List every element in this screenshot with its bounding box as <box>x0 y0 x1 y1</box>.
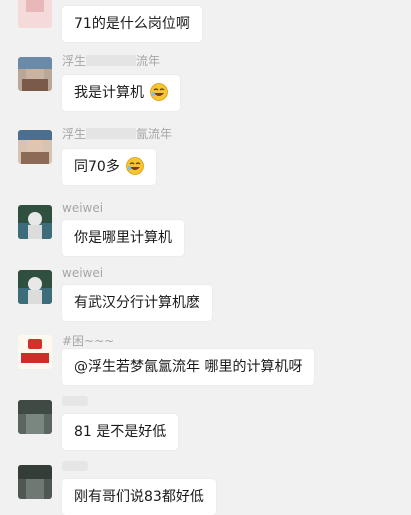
sender-name <box>62 396 88 406</box>
sender-name: weiwei <box>62 201 104 215</box>
message-text: 我是计算机 <box>74 85 144 101</box>
message-text: 你是哪里计算机 <box>74 230 172 246</box>
avatar[interactable] <box>18 335 52 369</box>
avatar[interactable] <box>18 270 52 304</box>
message-bubble[interactable]: @浮生若梦氤氲流年 哪里的计算机呀 <box>62 349 315 385</box>
message-bubble[interactable]: 你是哪里计算机 <box>62 220 184 256</box>
laughing-emoji-icon <box>126 157 145 175</box>
message-bubble[interactable]: 刚有哥们说83都好低 <box>62 479 216 515</box>
message-bubble[interactable]: 81 是不是好低 <box>62 414 179 450</box>
message-text: 81 是不是好低 <box>74 424 167 440</box>
message-bubble[interactable]: 同70多 <box>62 149 157 185</box>
sender-name: weiwei <box>62 266 104 280</box>
sender-name: #困~~~ <box>62 334 115 348</box>
sender-name <box>62 461 88 471</box>
laughing-emoji-icon <box>150 83 169 101</box>
avatar[interactable] <box>18 205 52 239</box>
message-text: 有武汉分行计算机麽 <box>74 295 200 311</box>
avatar[interactable] <box>18 57 52 91</box>
message-bubble[interactable]: 71的是什么岗位啊 <box>62 6 202 42</box>
message-text: 刚有哥们说83都好低 <box>74 489 204 505</box>
sender-name: 浮生 流年 <box>62 54 161 68</box>
avatar[interactable] <box>18 130 52 164</box>
message-bubble[interactable]: 有武汉分行计算机麽 <box>62 285 212 321</box>
avatar[interactable] <box>18 465 52 499</box>
avatar[interactable] <box>18 0 52 28</box>
message-text: @浮生若梦氤氲流年 哪里的计算机呀 <box>74 359 303 375</box>
message-text: 71的是什么岗位啊 <box>74 16 190 32</box>
message-bubble[interactable]: 我是计算机 <box>62 75 181 111</box>
message-text: 同70多 <box>74 159 120 175</box>
avatar[interactable] <box>18 400 52 434</box>
sender-name: 浮生 氤流年 <box>62 127 173 141</box>
